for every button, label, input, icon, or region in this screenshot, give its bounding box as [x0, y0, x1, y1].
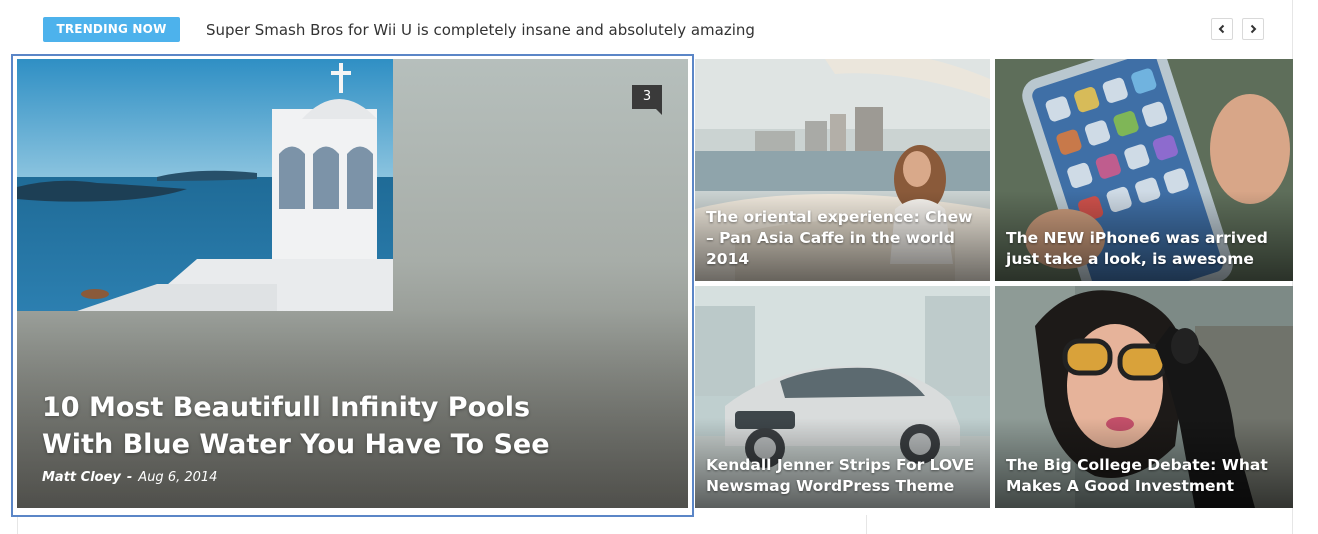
- tile-title-2[interactable]: The NEW iPhone6 was arrived just take a …: [1006, 228, 1281, 270]
- chevron-right-icon: [1250, 24, 1257, 34]
- tile-title-3[interactable]: Kendall Jenner Strips For LOVE Newsmag W…: [706, 455, 981, 497]
- page-frame-line: [17, 515, 18, 534]
- feature-author-link[interactable]: Matt Cloey: [42, 470, 121, 485]
- trending-next-button[interactable]: [1242, 18, 1264, 40]
- tile-title-1[interactable]: The oriental experience: Chew – Pan Asia…: [706, 207, 981, 270]
- feature-post[interactable]: 3 10 Most Beautifull Infinity Pools With…: [17, 59, 688, 508]
- page-frame-line: [866, 515, 867, 534]
- feature-title[interactable]: 10 Most Beautifull Infinity Pools With B…: [42, 389, 602, 463]
- feature-image: [17, 59, 393, 311]
- chevron-left-icon: [1218, 24, 1225, 34]
- tile-post-1[interactable]: The oriental experience: Chew – Pan Asia…: [695, 59, 990, 281]
- tile-post-3[interactable]: Kendall Jenner Strips For LOVE Newsmag W…: [695, 286, 990, 508]
- comment-count-badge[interactable]: 3: [632, 85, 662, 115]
- feature-date: Aug 6, 2014: [138, 470, 218, 485]
- tile-title-4[interactable]: The Big College Debate: What Makes A Goo…: [1006, 455, 1281, 497]
- tile-post-2[interactable]: The NEW iPhone6 was arrived just take a …: [995, 59, 1293, 281]
- trending-prev-button[interactable]: [1211, 18, 1233, 40]
- feature-meta: Matt Cloey - Aug 6, 2014: [42, 470, 217, 485]
- meta-separator: -: [126, 470, 133, 485]
- tile-post-4[interactable]: The Big College Debate: What Makes A Goo…: [995, 286, 1293, 508]
- trending-headline-link[interactable]: Super Smash Bros for Wii U is completely…: [206, 19, 755, 41]
- trending-now-badge: TRENDING NOW: [43, 17, 180, 42]
